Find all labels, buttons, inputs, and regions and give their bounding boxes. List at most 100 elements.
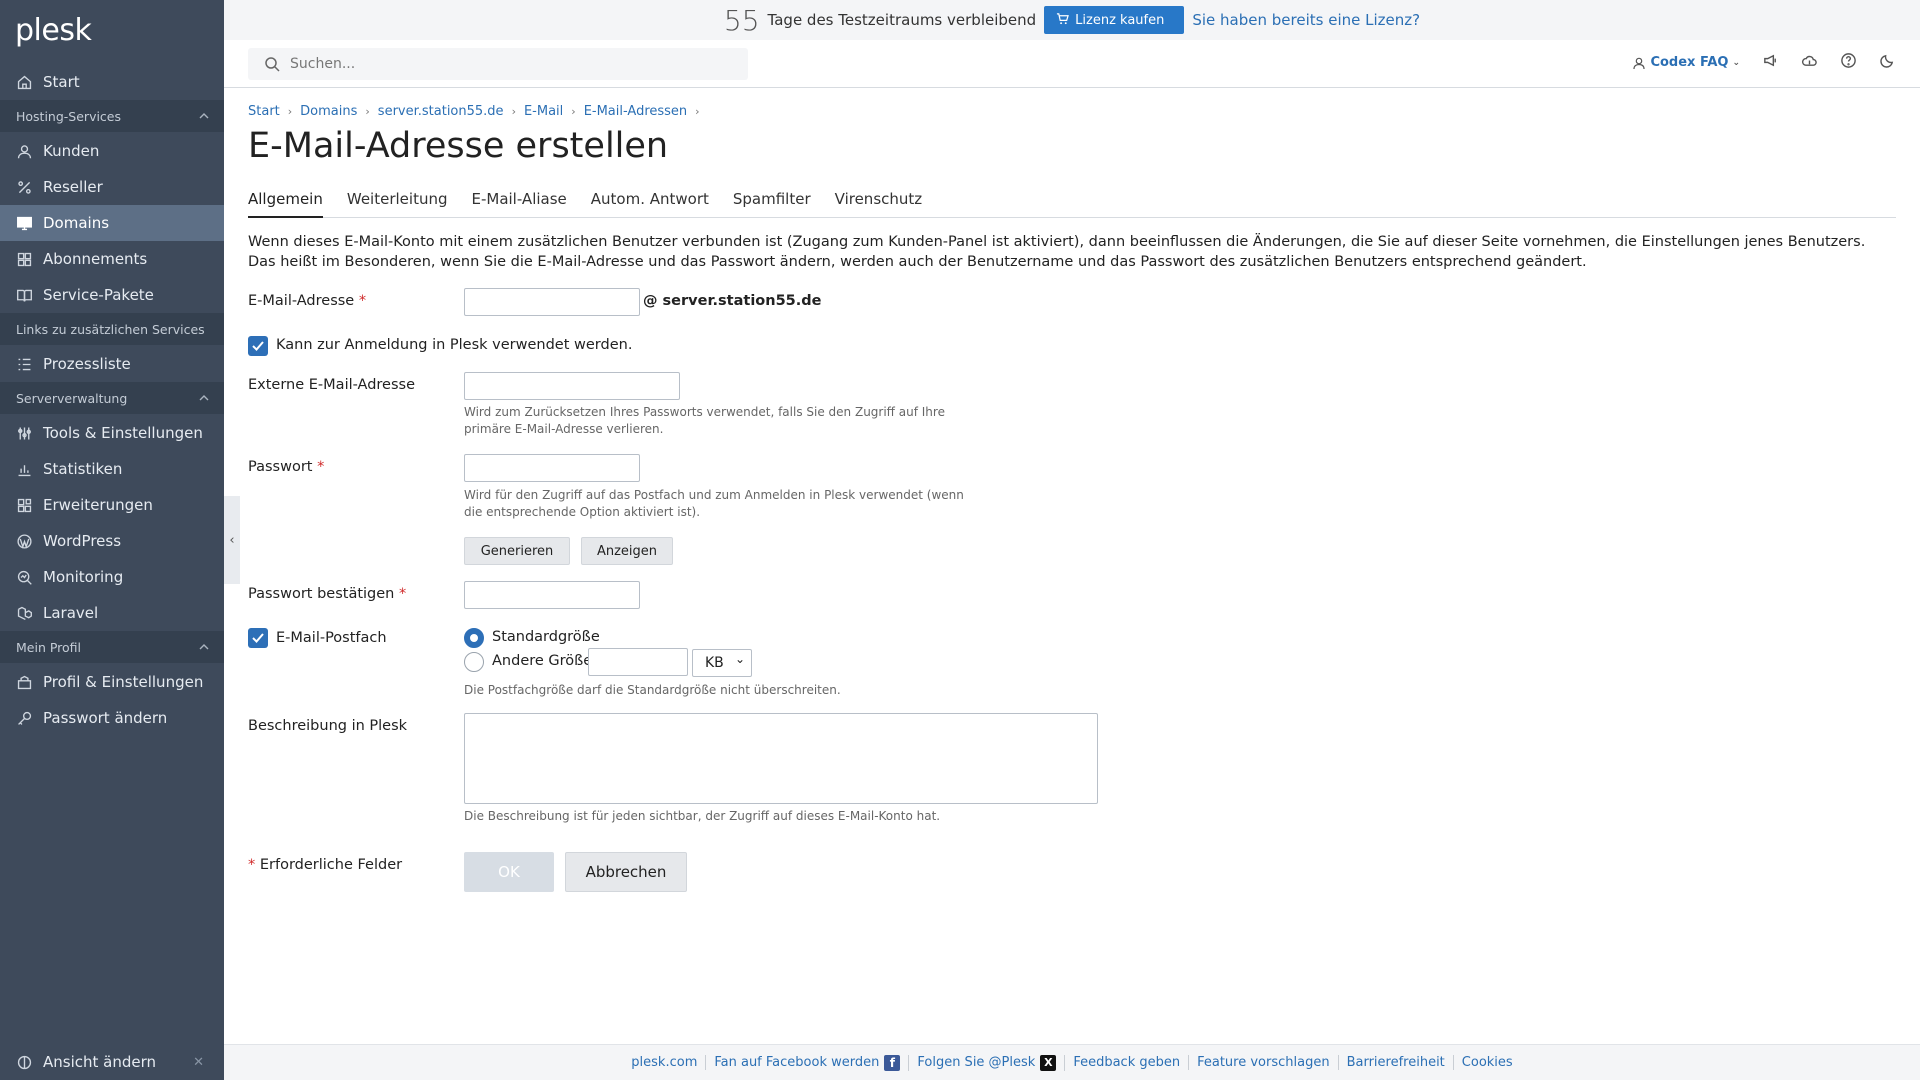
confirm-password-label: Passwort bestätigen *	[248, 586, 406, 602]
sidebar-item-prozessliste[interactable]: Prozessliste	[0, 346, 224, 382]
sidebar-item-erweiterungen[interactable]: Erweiterungen	[0, 487, 224, 523]
help-icon[interactable]	[1840, 52, 1857, 73]
book-icon	[15, 286, 33, 304]
email-label-text: E-Mail-Adresse	[248, 293, 355, 309]
ok-button[interactable]: OK	[464, 852, 554, 892]
footer-feature-label: Feature vorschlagen	[1197, 1055, 1330, 1070]
email-field[interactable]	[464, 288, 640, 316]
footer-twitter-link[interactable]: Folgen Sie @Plesk X	[909, 1054, 1066, 1071]
size-default-radio[interactable]	[464, 628, 484, 648]
breadcrumb-email[interactable]: E-Mail	[524, 104, 563, 119]
buy-license-button[interactable]: Lizenz kaufen	[1044, 6, 1185, 34]
mailbox-checkbox[interactable]	[248, 628, 268, 648]
sidebar-item-monitoring[interactable]: Monitoring	[0, 559, 224, 595]
wordpress-icon	[15, 532, 33, 550]
size-unit-select[interactable]: KB ⌄	[692, 649, 752, 677]
sidebar-item-label: Tools & Einstellungen	[43, 424, 203, 442]
section-additional-links[interactable]: Links zu zusätzlichen Services	[0, 313, 224, 345]
sidebar-item-reseller[interactable]: Reseller	[0, 169, 224, 205]
sidebar-item-label: Profil & Einstellungen	[43, 673, 204, 691]
size-other-field[interactable]	[588, 648, 688, 676]
sidebar-item-label: Monitoring	[43, 568, 124, 586]
sidebar-item-abonnements[interactable]: Abonnements	[0, 241, 224, 277]
size-other-radio[interactable]	[464, 652, 484, 672]
header: Suchen... Codex FAQ ⌄	[224, 40, 1920, 88]
tab-weiterleitung[interactable]: Weiterleitung	[347, 190, 448, 218]
user-icon	[1633, 57, 1646, 69]
sidebar-item-start[interactable]: Start	[0, 64, 224, 100]
sidebar-item-statistiken[interactable]: Statistiken	[0, 451, 224, 487]
chevron-up-icon	[199, 395, 209, 401]
chevron-right-icon: ›	[365, 105, 370, 118]
have-license-link[interactable]: Sie haben bereits eine Lizenz?	[1192, 11, 1420, 29]
section-mein-profil[interactable]: Mein Profil	[0, 631, 224, 663]
profile-icon	[15, 673, 33, 691]
password-field[interactable]	[464, 454, 640, 482]
description-textarea[interactable]	[464, 713, 1098, 804]
section-serververwaltung[interactable]: Serververwaltung	[0, 382, 224, 414]
tab-email-aliase[interactable]: E-Mail-Aliase	[471, 190, 566, 218]
sidebar-item-passwort[interactable]: Passwort ändern	[0, 700, 224, 736]
email-label: E-Mail-Adresse *	[248, 293, 366, 309]
sidebar-item-tools[interactable]: Tools & Einstellungen	[0, 415, 224, 451]
section-label: Mein Profil	[16, 639, 82, 655]
cancel-button[interactable]: Abbrechen	[565, 852, 687, 892]
sidebar-collapse-handle[interactable]: ‹	[224, 496, 240, 584]
trial-days: 55	[723, 3, 760, 37]
sidebar-item-label: Start	[43, 73, 80, 91]
tab-virenschutz[interactable]: Virenschutz	[835, 190, 923, 218]
tab-bar: Allgemein Weiterleitung E-Mail-Aliase Au…	[248, 190, 1896, 218]
chevron-up-icon	[199, 113, 209, 119]
plesk-logo[interactable]: plesk	[15, 13, 92, 48]
sidebar-item-label: Abonnements	[43, 250, 148, 268]
sidebar-item-service-pakete[interactable]: Service-Pakete	[0, 277, 224, 313]
sidebar-item-ansicht-aendern[interactable]: Ansicht ändern ✕	[0, 1044, 224, 1080]
tab-autom-antwort[interactable]: Autom. Antwort	[591, 190, 709, 218]
footer-feature-link[interactable]: Feature vorschlagen	[1189, 1055, 1339, 1070]
footer: plesk.com Fan auf Facebook werden f Folge…	[224, 1044, 1920, 1080]
close-icon[interactable]: ✕	[193, 1055, 204, 1070]
breadcrumb-start[interactable]: Start	[248, 104, 280, 119]
footer-cookies-link[interactable]: Cookies	[1454, 1055, 1521, 1070]
chevron-right-icon: ›	[511, 105, 516, 118]
login-checkbox[interactable]	[248, 336, 268, 356]
megaphone-icon[interactable]	[1762, 52, 1779, 73]
sidebar-item-label: Domains	[43, 214, 110, 232]
breadcrumb-email-addresses[interactable]: E-Mail-Adressen	[584, 104, 687, 119]
sidebar-item-profil[interactable]: Profil & Einstellungen	[0, 664, 224, 700]
mailbox-size-hint: Die Postfachgröße darf die Standardgröße…	[464, 683, 841, 697]
footer-plesk-link[interactable]: plesk.com	[623, 1055, 707, 1070]
size-default-label: Standardgröße	[492, 629, 600, 645]
generate-button[interactable]: Generieren	[464, 537, 570, 565]
breadcrumb-domain[interactable]: server.station55.de	[378, 104, 504, 119]
section-hosting-services[interactable]: Hosting-Services	[0, 100, 224, 132]
home-icon	[15, 73, 33, 91]
list-icon	[15, 355, 33, 373]
cloud-icon[interactable]	[1801, 52, 1818, 73]
sidebar-item-label: Laravel	[43, 604, 99, 622]
size-unit-value: KB	[705, 655, 724, 671]
sidebar-item-wordpress[interactable]: WordPress	[0, 523, 224, 559]
sidebar: plesk Start Hosting-Services Kunden Rese…	[0, 0, 224, 1080]
tab-spamfilter[interactable]: Spamfilter	[733, 190, 811, 218]
required-note-text: Erforderliche Felder	[259, 857, 403, 873]
search-input[interactable]: Suchen...	[248, 48, 748, 80]
show-password-button[interactable]: Anzeigen	[581, 537, 673, 565]
required-mark: *	[358, 293, 367, 309]
footer-feedback-link[interactable]: Feedback geben	[1065, 1055, 1190, 1070]
sidebar-item-laravel[interactable]: Laravel	[0, 595, 224, 631]
footer-accessibility-link[interactable]: Barrierefreiheit	[1339, 1055, 1454, 1070]
sidebar-item-domains[interactable]: Domains	[0, 205, 224, 241]
moon-icon[interactable]	[1879, 52, 1896, 73]
breadcrumb-domains[interactable]: Domains	[300, 104, 357, 119]
footer-facebook-link[interactable]: Fan auf Facebook werden f	[706, 1054, 910, 1071]
confirm-password-field[interactable]	[464, 581, 640, 609]
laravel-icon	[15, 604, 33, 622]
user-menu[interactable]: Codex FAQ ⌄	[1632, 55, 1740, 70]
footer-feedback-label: Feedback geben	[1073, 1055, 1181, 1070]
sidebar-item-kunden[interactable]: Kunden	[0, 133, 224, 169]
external-email-field[interactable]	[464, 372, 680, 400]
password-hint: Wird für den Zugriff auf das Postfach un…	[464, 488, 964, 519]
tab-allgemein[interactable]: Allgemein	[248, 190, 323, 218]
mailbox-label: E-Mail-Postfach	[276, 630, 387, 646]
